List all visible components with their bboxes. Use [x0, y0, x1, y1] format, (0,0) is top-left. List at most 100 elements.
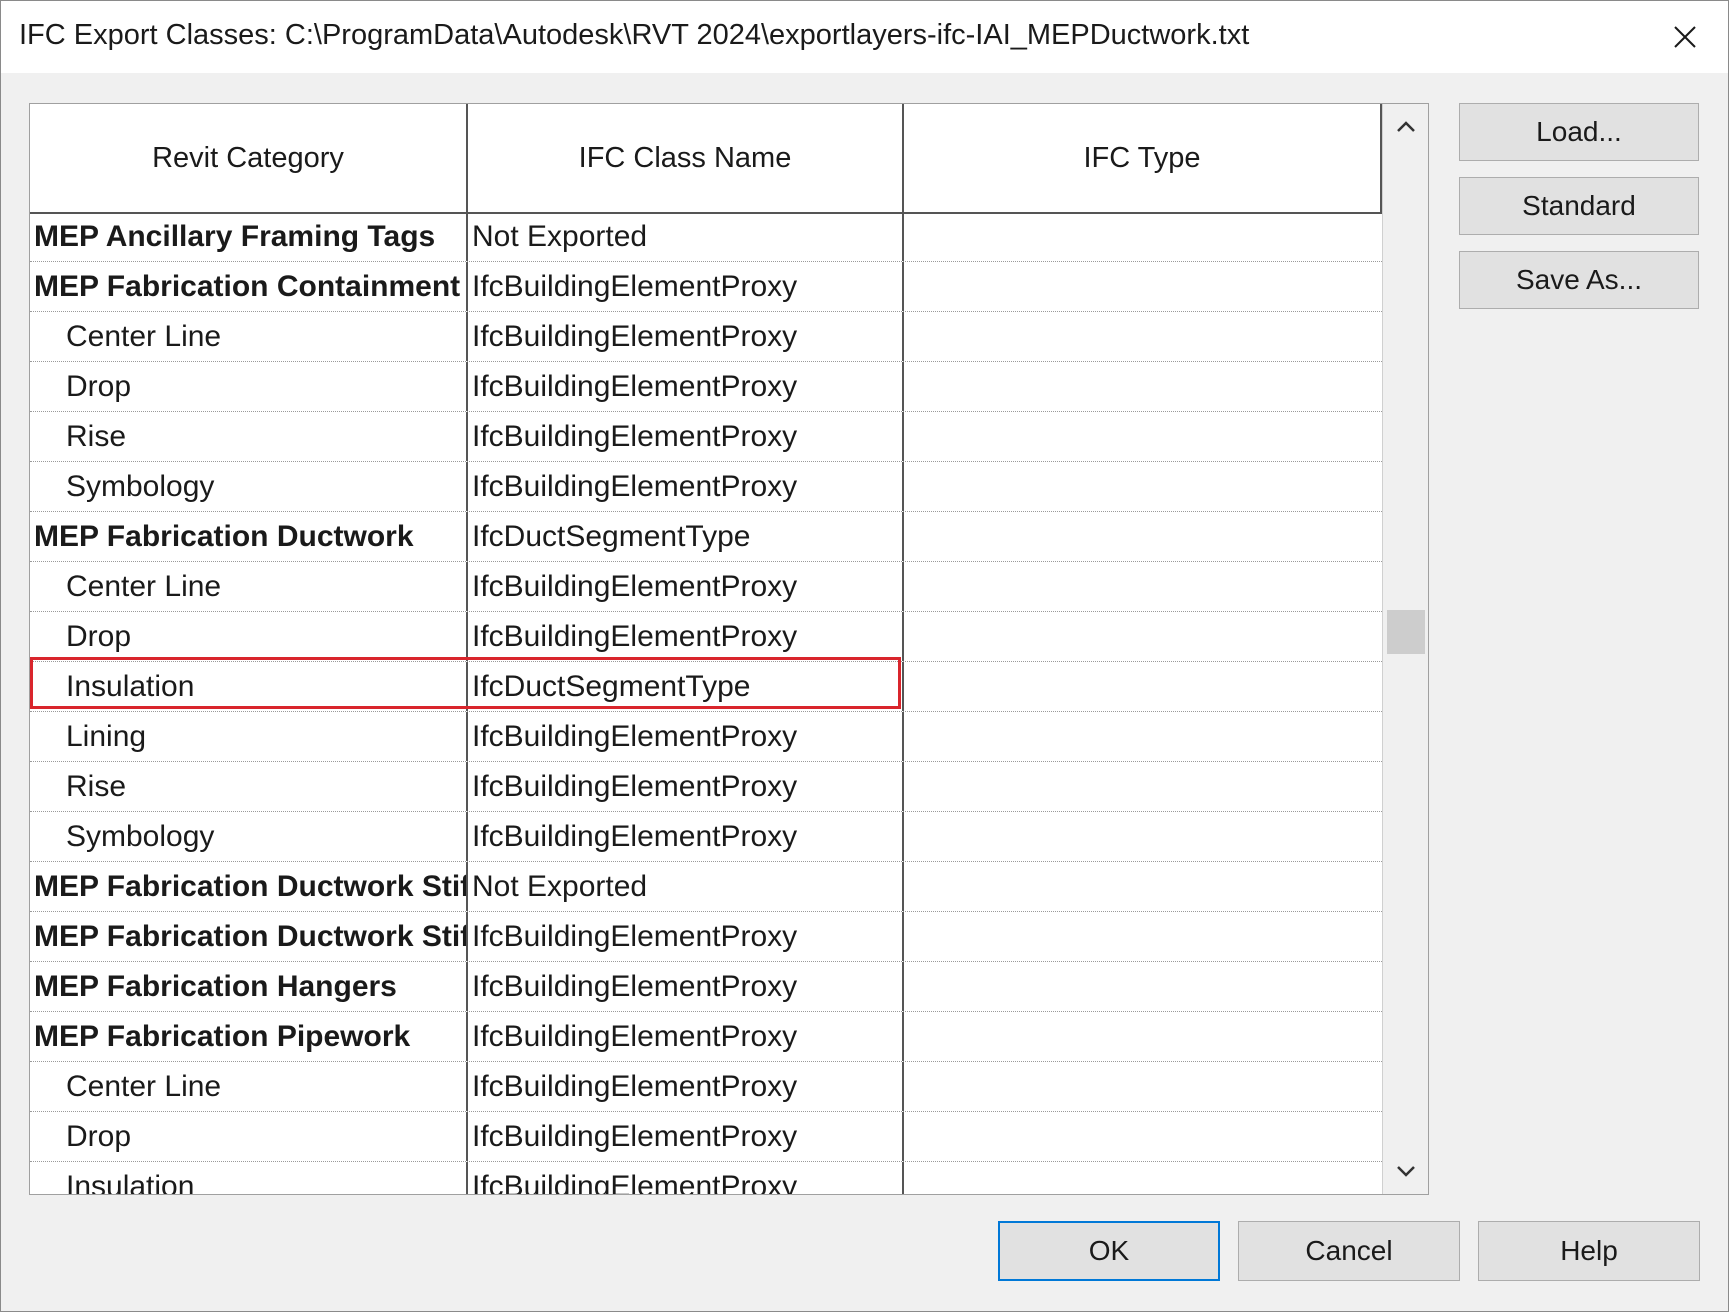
ifc-class-name-cell[interactable]: IfcBuildingElementProxy [468, 1162, 904, 1194]
ifc-class-name-cell[interactable]: IfcBuildingElementProxy [468, 612, 904, 661]
table-row[interactable]: Rise IfcBuildingElementProxy [30, 762, 1382, 812]
ifc-type-cell[interactable] [904, 862, 1382, 911]
ifc-type-cell[interactable] [904, 262, 1382, 311]
ifc-type-cell[interactable] [904, 212, 1382, 261]
ifc-class-name-cell[interactable]: IfcBuildingElementProxy [468, 562, 904, 611]
table-body: MEP Ancillary Framing Tags Not Exported ME… [30, 212, 1382, 1194]
ifc-type-cell[interactable] [904, 612, 1382, 661]
revit-category-cell: MEP Fabrication Hangers [30, 962, 468, 1011]
revit-category-cell: MEP Fabrication Ductwork Stif [30, 862, 468, 911]
table-row[interactable]: MEP Fabrication Containment IfcBuildingEl… [30, 262, 1382, 312]
revit-category-cell: Center Line [30, 1062, 468, 1111]
vertical-scrollbar[interactable] [1382, 104, 1428, 1194]
ifc-type-cell[interactable] [904, 1012, 1382, 1061]
table-row[interactable]: MEP Fabrication Ductwork IfcDuctSegmentTy… [30, 512, 1382, 562]
ifc-class-name-cell[interactable]: IfcBuildingElementProxy [468, 962, 904, 1011]
table-row[interactable]: MEP Ancillary Framing Tags Not Exported [30, 212, 1382, 262]
ifc-class-name-cell[interactable]: IfcBuildingElementProxy [468, 912, 904, 961]
ifc-class-name-cell[interactable]: IfcBuildingElementProxy [468, 712, 904, 761]
ifc-class-name-cell[interactable]: Not Exported [468, 212, 904, 261]
ifc-class-mapping-table: Revit Category IFC Class Name IFC Type M… [29, 103, 1429, 1195]
table-row[interactable]: Drop IfcBuildingElementProxy [30, 1112, 1382, 1162]
ifc-type-cell[interactable] [904, 762, 1382, 811]
ifc-type-cell[interactable] [904, 1162, 1382, 1194]
ifc-type-cell[interactable] [904, 312, 1382, 361]
revit-category-cell: Drop [30, 362, 468, 411]
close-icon [1674, 26, 1696, 48]
close-button[interactable] [1661, 15, 1709, 59]
revit-category-cell: MEP Ancillary Framing Tags [30, 212, 468, 261]
ifc-type-cell[interactable] [904, 662, 1382, 711]
ifc-type-cell[interactable] [904, 362, 1382, 411]
cancel-button[interactable]: Cancel [1238, 1221, 1460, 1281]
ifc-class-name-cell[interactable]: IfcBuildingElementProxy [468, 762, 904, 811]
revit-category-cell: Center Line [30, 562, 468, 611]
column-header-revit-category[interactable]: Revit Category [30, 104, 468, 212]
ok-button[interactable]: OK [998, 1221, 1220, 1281]
ifc-type-cell[interactable] [904, 712, 1382, 761]
revit-category-cell: Lining [30, 712, 468, 761]
revit-category-cell: Drop [30, 612, 468, 661]
ifc-class-name-cell[interactable]: IfcDuctSegmentType [468, 512, 904, 561]
table-row[interactable]: MEP Fabrication Ductwork Stif Not Exporte… [30, 862, 1382, 912]
chevron-down-icon [1397, 1166, 1415, 1177]
table-row[interactable]: MEP Fabrication Ductwork Stif IfcBuilding… [30, 912, 1382, 962]
ifc-class-name-cell[interactable]: IfcBuildingElementProxy [468, 1112, 904, 1161]
ifc-type-cell[interactable] [904, 1062, 1382, 1111]
table-row[interactable]: Lining IfcBuildingElementProxy [30, 712, 1382, 762]
ifc-type-cell[interactable] [904, 1112, 1382, 1161]
chevron-up-icon [1397, 121, 1415, 132]
table-row[interactable]: Insulation IfcDuctSegmentType [30, 662, 1382, 712]
window-title: IFC Export Classes: C:\ProgramData\Autod… [19, 19, 1250, 51]
column-header-ifc-type[interactable]: IFC Type [904, 104, 1382, 212]
help-button[interactable]: Help [1478, 1221, 1700, 1281]
scroll-thumb[interactable] [1387, 610, 1425, 654]
ifc-class-name-cell[interactable]: IfcBuildingElementProxy [468, 362, 904, 411]
table-row[interactable]: Center Line IfcBuildingElementProxy [30, 312, 1382, 362]
ifc-class-name-cell[interactable]: IfcDuctSegmentType [468, 662, 904, 711]
ifc-class-name-cell[interactable]: Not Exported [468, 862, 904, 911]
revit-category-cell: Symbology [30, 812, 468, 861]
table-row[interactable]: Insulation IfcBuildingElementProxy [30, 1162, 1382, 1194]
ifc-type-cell[interactable] [904, 912, 1382, 961]
table-row[interactable]: MEP Fabrication Pipework IfcBuildingEleme… [30, 1012, 1382, 1062]
ifc-class-name-cell[interactable]: IfcBuildingElementProxy [468, 462, 904, 511]
scroll-down-button[interactable] [1393, 1158, 1419, 1184]
table-row[interactable]: Drop IfcBuildingElementProxy [30, 612, 1382, 662]
ifc-type-cell[interactable] [904, 512, 1382, 561]
table-header: Revit Category IFC Class Name IFC Type [30, 104, 1382, 214]
ifc-type-cell[interactable] [904, 562, 1382, 611]
table-row[interactable]: Rise IfcBuildingElementProxy [30, 412, 1382, 462]
table-row[interactable]: Drop IfcBuildingElementProxy [30, 362, 1382, 412]
revit-category-cell: MEP Fabrication Ductwork [30, 512, 468, 561]
revit-category-cell: MEP Fabrication Pipework [30, 1012, 468, 1061]
revit-category-cell: Rise [30, 762, 468, 811]
table-row[interactable]: Center Line IfcBuildingElementProxy [30, 1062, 1382, 1112]
ifc-class-name-cell[interactable]: IfcBuildingElementProxy [468, 312, 904, 361]
ifc-class-name-cell[interactable]: IfcBuildingElementProxy [468, 262, 904, 311]
ifc-type-cell[interactable] [904, 412, 1382, 461]
ifc-type-cell[interactable] [904, 962, 1382, 1011]
ifc-class-name-cell[interactable]: IfcBuildingElementProxy [468, 1012, 904, 1061]
ifc-export-classes-dialog: IFC Export Classes: C:\ProgramData\Autod… [0, 0, 1729, 1312]
revit-category-cell: MEP Fabrication Containment [30, 262, 468, 311]
table-row[interactable]: Symbology IfcBuildingElementProxy [30, 462, 1382, 512]
title-bar: IFC Export Classes: C:\ProgramData\Autod… [1, 1, 1728, 73]
revit-category-cell: Rise [30, 412, 468, 461]
save-as-button[interactable]: Save As... [1459, 251, 1699, 309]
ifc-class-name-cell[interactable]: IfcBuildingElementProxy [468, 1062, 904, 1111]
ifc-class-name-cell[interactable]: IfcBuildingElementProxy [468, 812, 904, 861]
table-row[interactable]: Symbology IfcBuildingElementProxy [30, 812, 1382, 862]
table-row[interactable]: MEP Fabrication Hangers IfcBuildingElemen… [30, 962, 1382, 1012]
revit-category-cell: Insulation [30, 1162, 468, 1194]
table-row[interactable]: Center Line IfcBuildingElementProxy [30, 562, 1382, 612]
load-button[interactable]: Load... [1459, 103, 1699, 161]
ifc-type-cell[interactable] [904, 812, 1382, 861]
ifc-class-name-cell[interactable]: IfcBuildingElementProxy [468, 412, 904, 461]
ifc-type-cell[interactable] [904, 462, 1382, 511]
column-header-ifc-class-name[interactable]: IFC Class Name [468, 104, 904, 212]
revit-category-cell: Symbology [30, 462, 468, 511]
standard-button[interactable]: Standard [1459, 177, 1699, 235]
revit-category-cell: Drop [30, 1112, 468, 1161]
scroll-up-button[interactable] [1393, 114, 1419, 140]
